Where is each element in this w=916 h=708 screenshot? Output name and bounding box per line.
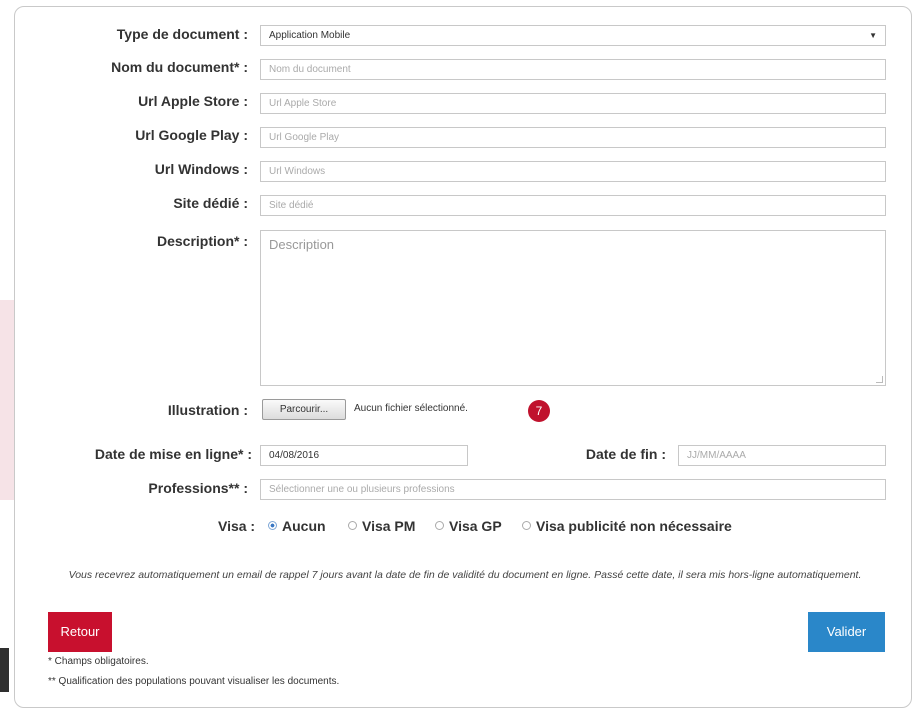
type-select-value: Application Mobile <box>269 30 351 41</box>
date-online-input[interactable]: 04/08/2016 <box>260 445 468 466</box>
footnote-qualification: ** Qualification des populations pouvant… <box>48 676 340 687</box>
description-placeholder: Description <box>269 237 335 252</box>
visa-radio-none-needed[interactable] <box>522 521 531 530</box>
type-label: Type de document : <box>116 26 248 42</box>
resize-handle-icon[interactable] <box>876 376 883 383</box>
google-label: Url Google Play : <box>135 127 248 143</box>
background-dark-block <box>0 648 9 692</box>
google-url-input[interactable]: Url Google Play <box>260 127 886 148</box>
retour-button[interactable]: Retour <box>48 612 112 652</box>
visa-radio-pm[interactable] <box>348 521 357 530</box>
name-label: Nom du document* : <box>111 59 248 75</box>
visa-option-aucun[interactable]: Aucun <box>282 518 326 534</box>
footnote-required: * Champs obligatoires. <box>48 656 149 667</box>
no-file-text: Aucun fichier sélectionné. <box>354 403 468 414</box>
date-end-input[interactable]: JJ/MM/AAAA <box>678 445 886 466</box>
illustration-label: Illustration : <box>167 402 248 418</box>
apple-label: Url Apple Store : <box>138 93 248 109</box>
visa-radio-aucun[interactable] <box>268 521 277 530</box>
valider-button[interactable]: Valider <box>808 612 885 652</box>
description-label: Description* : <box>156 233 248 249</box>
site-input[interactable]: Site dédié <box>260 195 886 216</box>
professions-select[interactable]: Sélectionner une ou plusieurs profession… <box>260 479 886 500</box>
date-end-label: Date de fin : <box>585 446 666 462</box>
date-online-label: Date de mise en ligne* : <box>94 446 252 462</box>
site-label: Site dédié : <box>173 195 248 211</box>
background-accent-shape <box>0 300 14 500</box>
reminder-note: Vous recevrez automatiquement un email d… <box>68 569 862 581</box>
description-textarea[interactable]: Description <box>260 230 886 386</box>
visa-option-none-needed[interactable]: Visa publicité non nécessaire <box>536 518 732 534</box>
apple-url-input[interactable]: Url Apple Store <box>260 93 886 114</box>
caret-down-icon: ▼ <box>869 31 877 40</box>
windows-url-input[interactable]: Url Windows <box>260 161 886 182</box>
name-input[interactable]: Nom du document <box>260 59 886 80</box>
visa-radio-gp[interactable] <box>435 521 444 530</box>
windows-label: Url Windows : <box>154 161 248 177</box>
visa-option-pm[interactable]: Visa PM <box>362 518 415 534</box>
visa-option-gp[interactable]: Visa GP <box>449 518 502 534</box>
professions-label: Professions** : <box>148 480 248 496</box>
step-marker-7: 7 <box>528 400 550 422</box>
type-select[interactable]: Application Mobile ▼ <box>260 25 886 46</box>
browse-button[interactable]: Parcourir... <box>262 399 346 420</box>
visa-label: Visa : <box>218 518 256 534</box>
